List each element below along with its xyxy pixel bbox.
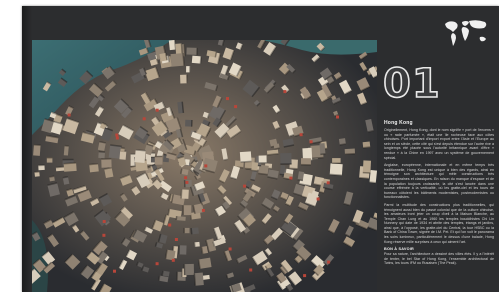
rooftop-accent <box>67 113 71 117</box>
building-block <box>369 169 377 184</box>
rooftop-accent <box>336 115 339 119</box>
rooftop-accent <box>115 133 119 137</box>
building-block <box>186 47 198 55</box>
building-shadow <box>300 163 311 166</box>
rooftop-accent <box>102 233 106 237</box>
rooftop-accent <box>201 208 205 212</box>
building-block <box>329 163 343 176</box>
rooftop-accent <box>327 260 331 264</box>
article-subheading: BON À SAVOIR <box>384 247 414 252</box>
building-block <box>154 156 163 165</box>
page-number: 01 <box>382 60 441 108</box>
building-shadow <box>176 271 179 281</box>
building-block <box>280 153 292 165</box>
rooftop-accent <box>326 181 330 185</box>
building-shadow <box>183 264 186 276</box>
building-shadow <box>181 268 183 277</box>
page-gutter <box>22 6 32 292</box>
rooftop-accent <box>316 197 320 201</box>
building-shadow <box>46 156 53 159</box>
rooftop-accent <box>142 117 146 121</box>
building-block <box>183 205 192 216</box>
building-block <box>239 151 252 163</box>
rooftop-accent <box>155 262 159 266</box>
rooftop-accent <box>243 184 247 188</box>
article-paragraph: Originellement, Hong Kong, dont le nom s… <box>384 128 494 160</box>
world-map-icon <box>441 16 491 52</box>
rooftop-accent <box>303 274 307 278</box>
rooftop-accent <box>249 268 253 272</box>
building-shadow <box>178 245 181 255</box>
building-shadow <box>258 162 267 164</box>
rooftop-accent <box>155 108 159 112</box>
rooftop-accent <box>174 238 178 241</box>
building-shadow <box>182 205 185 216</box>
rooftop-accent <box>185 180 189 184</box>
magazine-spread: 01 Hong Kong Originellement, Hong Kong, … <box>22 6 499 292</box>
rooftop-accent <box>171 258 175 262</box>
article-paragraph: Anglaise, européenne, internationale et … <box>384 163 494 200</box>
building-block <box>319 143 326 155</box>
building-shadow <box>185 74 188 84</box>
building-block <box>134 149 146 164</box>
building-block <box>33 144 41 156</box>
building-shadow <box>280 163 292 165</box>
rooftop-accent <box>113 269 116 273</box>
rooftop-accent <box>226 97 229 101</box>
rooftop-accent <box>184 176 188 180</box>
building-block <box>362 160 372 174</box>
rooftop-accent <box>115 136 119 140</box>
article-heading: Hong Kong <box>384 120 413 126</box>
building-shadow <box>196 47 198 55</box>
article-paragraph: Parmi la multitude des constructions plu… <box>384 202 494 244</box>
rooftop-accent <box>309 140 313 144</box>
article-column: Hong Kong Originellement, Hong Kong, don… <box>384 120 494 269</box>
rooftop-accent <box>168 223 172 227</box>
building-block <box>63 145 69 156</box>
building-shadow <box>189 66 191 73</box>
building-shadow <box>190 119 193 127</box>
building-block <box>184 263 194 276</box>
rooftop-accent <box>228 247 232 251</box>
building-block <box>101 158 112 168</box>
building-block <box>170 53 185 67</box>
building-shadow <box>183 180 186 188</box>
building-shadow <box>62 158 74 161</box>
rooftop-accent <box>234 105 238 109</box>
rooftop-accent <box>289 176 293 180</box>
building-shadow <box>154 155 163 158</box>
rooftop-accent <box>283 90 287 94</box>
aerial-city-photo <box>32 40 377 292</box>
building-shadow <box>183 227 185 234</box>
rooftop-accent <box>204 164 208 168</box>
building-block <box>176 216 186 221</box>
rooftop-accent <box>102 220 106 223</box>
article-note: Pour sa nature, l'architecture a dessiné… <box>384 252 494 266</box>
rooftop-accent <box>299 133 303 137</box>
building-shadow <box>332 162 341 165</box>
